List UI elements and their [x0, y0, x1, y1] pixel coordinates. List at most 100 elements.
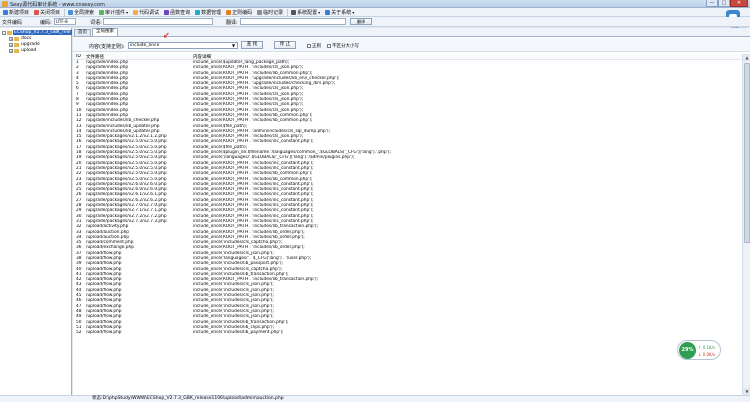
tree-item-label[interactable]: upload: [21, 48, 36, 53]
toolbar-item[interactable]: 审计插件 ▾: [97, 8, 130, 16]
translate-button[interactable]: 翻译: [350, 18, 372, 25]
folder-icon: [14, 42, 19, 47]
toolbar-item-label: 审计插件: [105, 9, 126, 16]
checkbox-icon[interactable]: [327, 44, 331, 48]
maximize-button[interactable]: □: [718, 0, 730, 7]
chevron-down-icon[interactable]: ▾: [352, 10, 354, 15]
toolbar-item-label: 正则编码: [232, 9, 253, 16]
regex-label: 正则: [312, 44, 321, 49]
file-encoding-label[interactable]: 文件编码: [2, 19, 22, 26]
case-label: 不区分大小写: [332, 44, 359, 49]
regex-checkbox[interactable]: 正则: [307, 43, 321, 49]
table-row[interactable]: 52/upload/flow.php include_once('includes…: [73, 330, 741, 335]
toolbar-separator: [287, 8, 289, 16]
toolbar-item[interactable]: 新建项目: [1, 8, 31, 16]
toolbar-item[interactable]: 系统配置 ▾: [289, 8, 322, 16]
chevron-down-icon[interactable]: ▾: [126, 10, 128, 15]
toolbar-item[interactable]: 关闭项目: [32, 8, 62, 16]
tree-item-upload[interactable]: + upload: [9, 48, 36, 53]
annotation-arrow-icon: ↙: [163, 31, 170, 40]
toolbar-item[interactable]: 关于系统 ▾: [323, 8, 356, 16]
close-button[interactable]: ✕: [730, 0, 748, 7]
tab-home[interactable]: 首页: [74, 29, 91, 36]
tree-item-label[interactable]: upgrade: [21, 42, 40, 47]
word-input[interactable]: [103, 18, 213, 25]
chevron-down-icon[interactable]: ▾: [318, 10, 320, 15]
settings-icon: [291, 9, 297, 15]
checkbox-icon[interactable]: [307, 44, 311, 48]
toolbar-item-label: 关闭项目: [40, 9, 61, 16]
scroll-thumb[interactable]: [744, 63, 750, 243]
toolbar-item-label: 全局搜索: [74, 9, 95, 16]
results-table: ID 文件路径 内容详细 1/upgrade/index.php include_…: [73, 54, 741, 395]
title-bar: Seay源代码审计系统 - www.cnseay.com — □ ✕: [0, 0, 750, 8]
translate-output[interactable]: [240, 18, 346, 25]
upload-speed: ↑ 0.1K/s: [698, 345, 716, 350]
tree-item-label[interactable]: docs: [21, 36, 31, 41]
toolbar-item[interactable]: 全局搜索: [66, 8, 96, 16]
toolbar-item-label: 临时记录: [263, 9, 284, 16]
tab-strip: 首页 全局搜索: [73, 28, 750, 37]
tree-root-label[interactable]: ECShop_V2.7.3_GBK_rele: [13, 30, 72, 35]
minimize-button[interactable]: —: [706, 0, 718, 7]
download-speed: ↓ 0.0K/s: [698, 352, 716, 357]
scroll-down-icon[interactable]: ▼: [743, 388, 750, 395]
word-label: 词语:: [90, 20, 102, 26]
close-project-icon: [34, 9, 40, 15]
expand-icon[interactable]: +: [9, 42, 13, 47]
header-content[interactable]: 内容详细: [193, 54, 733, 59]
toolbar-item[interactable]: 函数查询: [162, 8, 192, 16]
expand-icon[interactable]: +: [9, 48, 13, 53]
toolbar-item-label: 代码调试: [139, 9, 160, 16]
app-icon: [2, 1, 8, 7]
regex-icon: [226, 9, 232, 15]
content-panel: 首页 全局搜索 内容(支持正则): include_once ▼ ↙ 查 找 停…: [73, 28, 750, 395]
cell-id: 52: [76, 330, 82, 336]
folder-icon: [7, 30, 12, 35]
toolbar-item[interactable]: 代码调试: [131, 8, 161, 16]
folder-icon: [14, 36, 19, 41]
scroll-up-icon[interactable]: ▲: [743, 54, 750, 61]
expand-icon[interactable]: +: [9, 36, 13, 41]
tree-item-docs[interactable]: + docs: [9, 36, 31, 41]
project-tree: - ECShop_V2.7.3_GBK_rele + docs + upgrad…: [0, 28, 72, 395]
search-label: 内容(支持正则):: [89, 44, 125, 50]
database-icon: [195, 9, 201, 15]
collapse-icon[interactable]: -: [2, 30, 6, 35]
toolbar-item-label: 新建项目: [9, 9, 30, 16]
about-icon: [325, 9, 331, 15]
search-input[interactable]: include_once: [128, 42, 238, 49]
search-button[interactable]: 查 找: [241, 41, 263, 49]
case-checkbox[interactable]: 不区分大小写: [327, 43, 359, 49]
debug-icon: [133, 9, 139, 15]
status-text: 状态:D:\phpStudy\WWW\ECShop_V2.7.3_GBK_rel…: [92, 396, 284, 401]
header-id[interactable]: ID: [73, 54, 83, 59]
plugin-icon: [99, 9, 105, 15]
main-toolbar: 新建项目 关闭项目 全局搜索 审计插件 ▾ 代码调试 函数查询 数据管理 正则编码 临时记录 系统配…: [0, 8, 750, 17]
tab-global-search[interactable]: 全局搜索: [92, 28, 118, 36]
search-bar: 内容(支持正则): include_once ▼ ↙ 查 找 停 止 正则 不区…: [73, 32, 750, 52]
stop-button[interactable]: 停 止: [274, 41, 296, 49]
encoding-select[interactable]: UTF-8: [54, 18, 76, 25]
toolbar-item-label: 关于系统: [331, 9, 352, 16]
notes-icon: [257, 9, 263, 15]
function-icon: [164, 9, 170, 15]
toolbar-item[interactable]: 临时记录: [255, 8, 285, 16]
header-path[interactable]: 文件路径: [83, 54, 193, 59]
cell-content: include_once('includes/lib_payment.php')…: [193, 330, 284, 336]
chevron-down-icon[interactable]: ▼: [232, 43, 235, 48]
toolbar-item[interactable]: 数据管理: [193, 8, 223, 16]
new-project-icon: [3, 9, 8, 15]
translate-label: 翻译:: [226, 20, 238, 26]
vertical-scrollbar[interactable]: ▲ ▼: [742, 54, 750, 395]
folder-icon: [14, 48, 19, 53]
tree-item-upgrade[interactable]: + upgrade: [9, 42, 40, 47]
network-percent: 29%: [679, 342, 696, 359]
tree-root-item[interactable]: - ECShop_V2.7.3_GBK_rele: [2, 30, 72, 35]
toolbar-item-label: 系统配置: [297, 9, 318, 16]
encoding-label: 编码:: [40, 20, 52, 26]
network-speed-widget[interactable]: 29% ↑ 0.1K/s ↓ 0.0K/s: [677, 340, 721, 360]
toolbar-item[interactable]: 正则编码: [224, 8, 254, 16]
search-icon: [68, 9, 74, 15]
cell-path: /upload/flow.php: [86, 330, 122, 336]
